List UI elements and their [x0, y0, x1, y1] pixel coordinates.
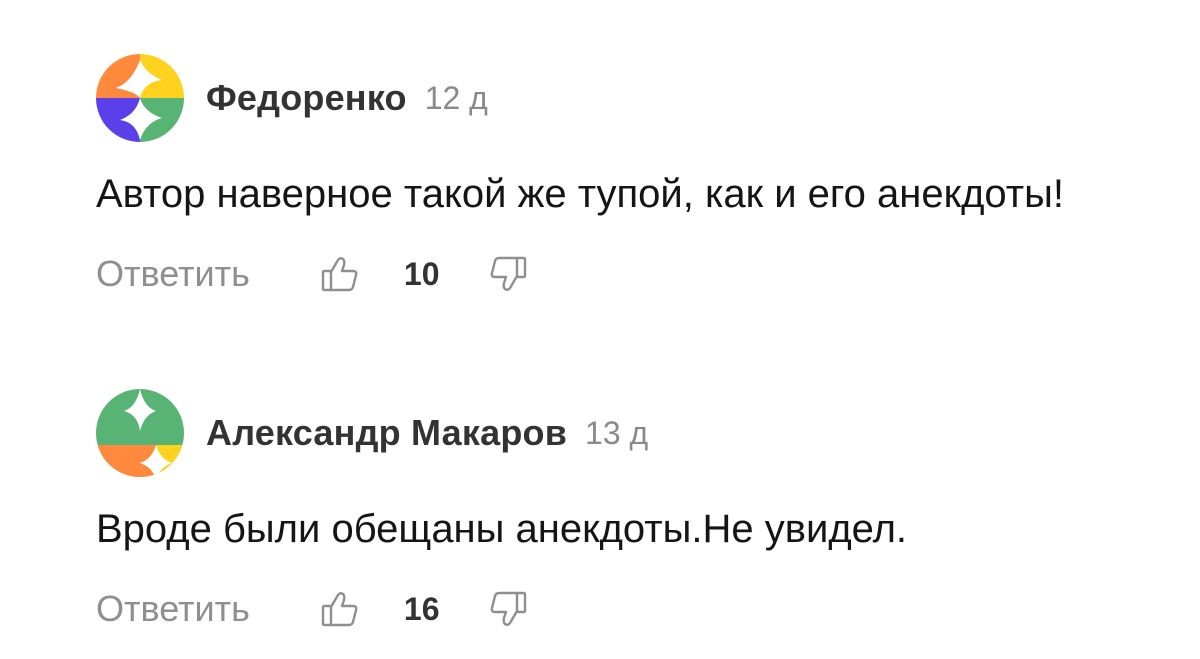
- comment-header: Федоренко 12 д: [96, 52, 1176, 144]
- author-name[interactable]: Александр Макаров: [206, 412, 567, 454]
- like-count: 10: [403, 255, 440, 292]
- thumbs-down-icon[interactable]: [486, 587, 530, 631]
- comment-actions: Ответить 10: [96, 246, 1176, 302]
- comment-text: Вроде были обещаны анекдоты.Не увидел.: [96, 507, 908, 551]
- like-count: 16: [403, 590, 440, 627]
- thumbs-up-icon[interactable]: [318, 252, 362, 296]
- comment: Федоренко 12 д Автор наверное такой же т…: [96, 52, 1176, 302]
- author-name[interactable]: Федоренко: [206, 77, 407, 119]
- comment-header: Александр Макаров 13 д: [96, 387, 1176, 479]
- comment-time: 13 д: [585, 414, 649, 451]
- comment-time: 12 д: [424, 79, 488, 116]
- avatar[interactable]: [96, 387, 184, 479]
- comment-text: Автор наверное такой же тупой, как и его…: [96, 172, 1064, 216]
- comment: Александр Макаров 13 д Вроде были обещан…: [96, 387, 1176, 637]
- thumbs-up-icon[interactable]: [318, 587, 362, 631]
- reply-button[interactable]: Ответить: [96, 588, 250, 630]
- thumbs-down-icon[interactable]: [486, 252, 530, 296]
- reply-button[interactable]: Ответить: [96, 253, 250, 295]
- comment-actions: Ответить 16: [96, 581, 1176, 637]
- avatar[interactable]: [96, 52, 184, 144]
